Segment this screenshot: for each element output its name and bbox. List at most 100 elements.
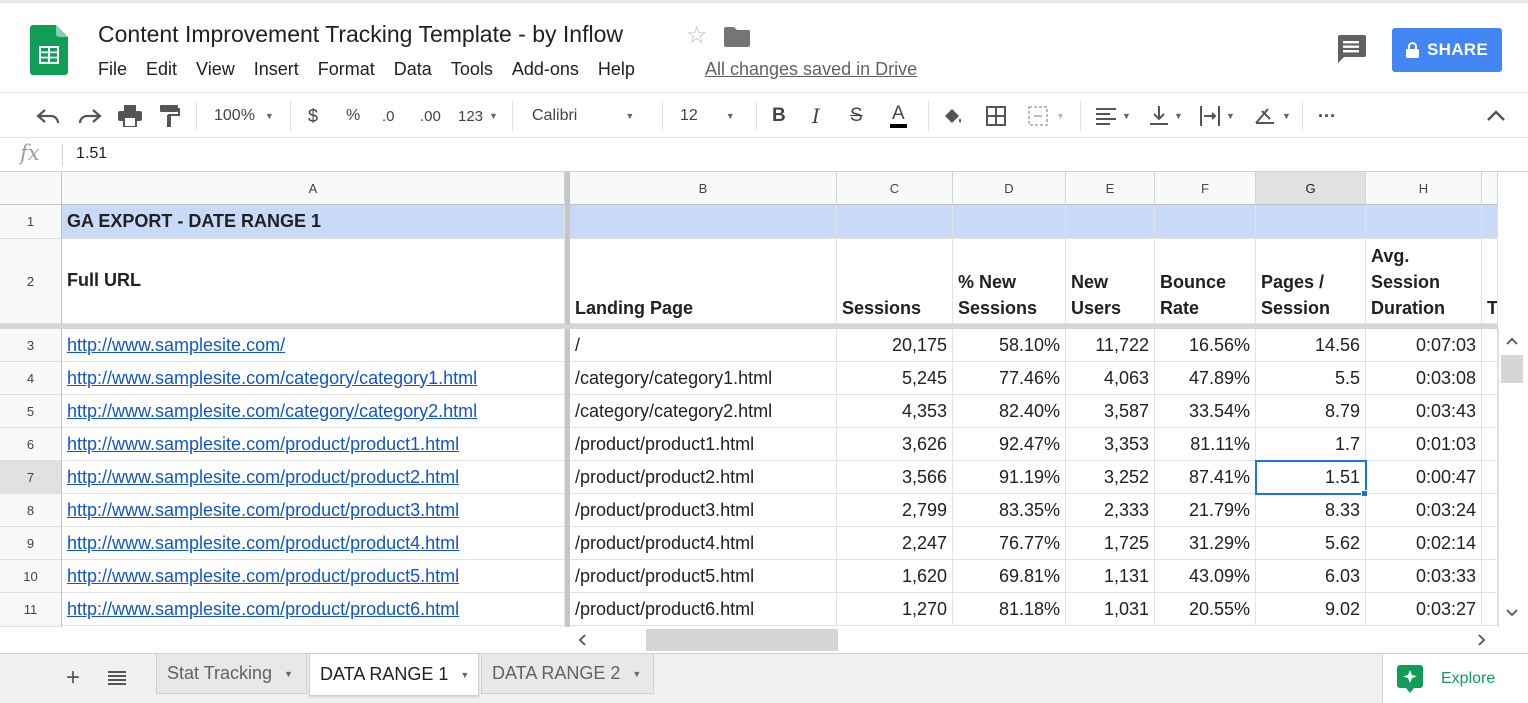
share-button[interactable]: SHARE (1392, 28, 1502, 72)
avg-session-duration-cell[interactable]: 0:02:14 (1366, 527, 1482, 560)
horizontal-align-icon[interactable]: ▼ (1096, 93, 1131, 139)
select-all-corner[interactable] (0, 172, 62, 205)
url-cell[interactable]: http://www.samplesite.com/product/produc… (62, 560, 565, 593)
menu-insert[interactable]: Insert (254, 59, 299, 80)
landing-page-cell[interactable]: /product/product6.html (570, 593, 837, 626)
overflow-cell[interactable] (1482, 527, 1498, 560)
overflow-cell[interactable] (1482, 593, 1498, 626)
header-full-url[interactable]: Full URL (62, 239, 565, 324)
sessions-cell[interactable]: 5,245 (837, 362, 953, 395)
pct-new-sessions-cell[interactable]: 76.77% (953, 527, 1066, 560)
bounce-rate-cell[interactable]: 47.89% (1155, 362, 1256, 395)
header-bounce-rate[interactable]: Bounce Rate (1155, 239, 1256, 324)
row-header[interactable]: 6 (0, 428, 62, 461)
pages-session-cell[interactable]: 5.62 (1256, 527, 1366, 560)
bounce-rate-cell[interactable]: 16.56% (1155, 329, 1256, 362)
vertical-align-icon[interactable]: ▼ (1150, 93, 1183, 139)
overflow-cell[interactable] (1482, 395, 1498, 428)
formula-input[interactable]: 1.51 (76, 145, 107, 163)
sessions-cell[interactable]: 1,270 (837, 593, 953, 626)
more-formats-button[interactable]: 123 ▼ (458, 93, 498, 139)
menu-tools[interactable]: Tools (451, 59, 493, 80)
all-sheets-icon[interactable] (108, 670, 126, 686)
bounce-rate-cell[interactable]: 21.79% (1155, 494, 1256, 527)
bounce-rate-cell[interactable]: 33.54% (1155, 395, 1256, 428)
new-users-cell[interactable]: 3,587 (1066, 395, 1155, 428)
new-users-cell[interactable]: 1,031 (1066, 593, 1155, 626)
comments-icon[interactable] (1336, 35, 1366, 63)
landing-page-cell[interactable]: /product/product1.html (570, 428, 837, 461)
row-header[interactable]: 11 (0, 593, 62, 627)
bounce-rate-cell[interactable]: 43.09% (1155, 560, 1256, 593)
landing-page-cell[interactable]: /category/category2.html (570, 395, 837, 428)
pct-new-sessions-cell[interactable]: 77.46% (953, 362, 1066, 395)
row-header[interactable]: 8 (0, 494, 62, 527)
fill-handle[interactable] (1361, 490, 1368, 497)
menu-addons[interactable]: Add-ons (512, 59, 579, 80)
avg-session-duration-cell[interactable]: 0:00:47 (1366, 461, 1482, 494)
new-users-cell[interactable]: 1,725 (1066, 527, 1155, 560)
document-title[interactable]: Content Improvement Tracking Template - … (98, 21, 623, 48)
menu-data[interactable]: Data (394, 59, 432, 80)
overflow-cell[interactable] (1482, 428, 1498, 461)
frozen-column-divider[interactable] (565, 172, 570, 627)
text-wrapping-icon[interactable]: ▼ (1200, 93, 1235, 139)
pages-session-cell[interactable]: 1.7 (1256, 428, 1366, 461)
landing-page-cell[interactable]: /product/product3.html (570, 494, 837, 527)
pages-session-cell[interactable]: 14.56 (1256, 329, 1366, 362)
italic-button[interactable]: I (812, 93, 820, 139)
pct-new-sessions-cell[interactable]: 58.10% (953, 329, 1066, 362)
pct-new-sessions-cell[interactable]: 81.18% (953, 593, 1066, 626)
text-rotation-icon[interactable]: ▼ (1254, 93, 1291, 139)
print-icon[interactable] (118, 93, 142, 139)
borders-icon[interactable] (986, 93, 1006, 139)
avg-session-duration-cell[interactable]: 0:01:03 (1366, 428, 1482, 461)
vertical-scrollbar[interactable] (1498, 329, 1528, 627)
band-cell[interactable] (1066, 205, 1155, 239)
band-cell[interactable] (1482, 205, 1498, 239)
column-header-g[interactable]: G (1256, 172, 1366, 205)
new-users-cell[interactable]: 4,063 (1066, 362, 1155, 395)
new-users-cell[interactable]: 3,353 (1066, 428, 1155, 461)
band-cell[interactable] (837, 205, 953, 239)
sessions-cell[interactable]: 2,247 (837, 527, 953, 560)
avg-session-duration-cell[interactable]: 0:03:08 (1366, 362, 1482, 395)
url-cell[interactable]: http://www.samplesite.com/product/produc… (62, 461, 565, 494)
chevron-down-icon[interactable]: ▼ (632, 669, 641, 679)
row-header[interactable]: 2 (0, 239, 62, 324)
landing-page-cell[interactable]: /category/category1.html (570, 362, 837, 395)
strikethrough-button[interactable]: S (850, 93, 863, 139)
sessions-cell[interactable]: 3,626 (837, 428, 953, 461)
band-cell[interactable] (570, 205, 837, 239)
url-cell[interactable]: http://www.samplesite.com/category/categ… (62, 395, 565, 428)
landing-page-cell[interactable]: /product/product4.html (570, 527, 837, 560)
pct-new-sessions-cell[interactable]: 69.81% (953, 560, 1066, 593)
row-header[interactable]: 10 (0, 560, 62, 593)
menu-file[interactable]: File (98, 59, 127, 80)
add-sheet-icon[interactable]: + (66, 664, 80, 692)
bounce-rate-cell[interactable]: 81.11% (1155, 428, 1256, 461)
band-cell[interactable] (1155, 205, 1256, 239)
header-avg-session-duration[interactable]: Avg. Session Duration (1366, 239, 1482, 324)
band-cell[interactable] (1366, 205, 1482, 239)
font-family-select[interactable]: Calibri ▼ (532, 93, 634, 139)
header-new-users[interactable]: New Users (1066, 239, 1155, 324)
column-header-a[interactable]: A (62, 172, 565, 205)
header-pages-session[interactable]: Pages / Session (1256, 239, 1366, 324)
currency-format-button[interactable]: $ (308, 93, 318, 139)
chevron-down-icon[interactable]: ▼ (284, 669, 293, 679)
overflow-cell[interactable] (1482, 494, 1498, 527)
spreadsheet-grid[interactable]: A B C D E F G H 1 2 3 4 5 6 7 8 9 10 11 … (0, 172, 1528, 627)
column-header-d[interactable]: D (953, 172, 1066, 205)
avg-session-duration-cell[interactable]: 0:03:33 (1366, 560, 1482, 593)
sheet-tab-data-range-1[interactable]: DATA RANGE 1 ▼ (309, 654, 479, 696)
zoom-select[interactable]: 100% ▼ (214, 93, 274, 139)
horizontal-scrollbar[interactable] (570, 625, 1498, 653)
header-pct-new-sessions[interactable]: % New Sessions (953, 239, 1066, 324)
new-users-cell[interactable]: 1,131 (1066, 560, 1155, 593)
menu-view[interactable]: View (196, 59, 235, 80)
band-title-cell[interactable]: GA EXPORT - DATE RANGE 1 (62, 205, 565, 239)
star-icon[interactable]: ☆ (686, 21, 708, 50)
pages-session-cell[interactable]: 6.03 (1256, 560, 1366, 593)
more-options-button[interactable]: ··· (1318, 93, 1336, 139)
